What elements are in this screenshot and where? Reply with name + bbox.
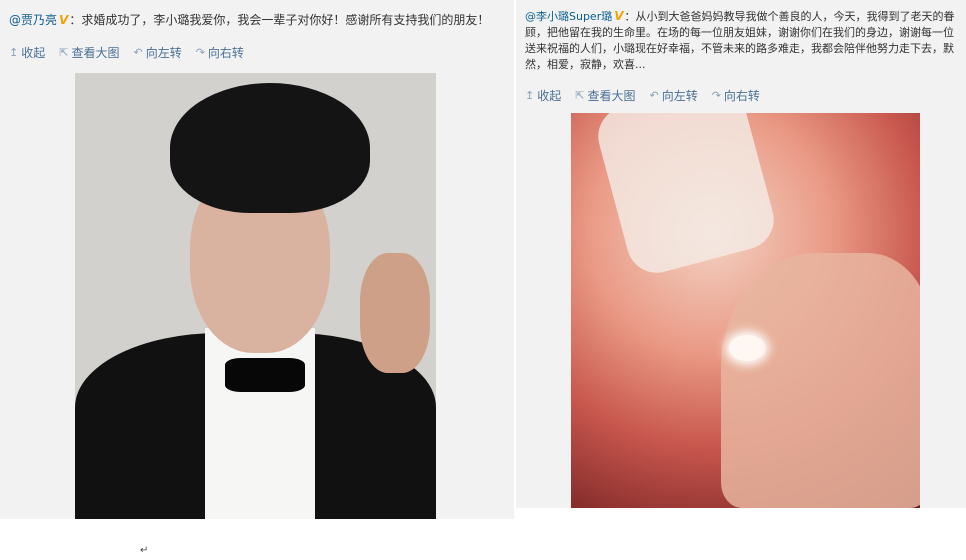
rotate-left-label: 向左转: [661, 89, 698, 103]
rotate-left-button[interactable]: ↶ 向左转: [649, 87, 697, 104]
collapse-label: 收起: [21, 46, 46, 60]
photo-shirt-shape: [205, 328, 315, 519]
collapse-label: 收起: [537, 89, 562, 103]
view-large-label: 查看大图: [587, 89, 636, 103]
rotate-left-icon: ↶: [133, 46, 143, 59]
paragraph-return-mark: ↵: [140, 545, 149, 556]
photo-watch-shape: [591, 113, 781, 280]
weibo-post-right: @李小璐Super璐 V：从小到大爸爸妈妈教导我做个善良的人，今天，我得到了老天的…: [516, 0, 966, 508]
rotate-right-icon: ↷: [195, 46, 205, 59]
external-view-icon: ⇱: [59, 46, 69, 59]
photo-ring-diamond: [729, 335, 765, 361]
rotate-right-button[interactable]: ↷ 向右转: [712, 87, 760, 104]
photo-hand-shape: [721, 253, 920, 508]
post-text-left: @贾乃亮 V：求婚成功了，李小璐我爱你，我会一辈子对你好！感谢所有支持我们的朋友！: [9, 12, 509, 29]
post-photo-left[interactable]: [75, 73, 436, 519]
post-body-left: ：求婚成功了，李小璐我爱你，我会一辈子对你好！感谢所有支持我们的朋友！: [69, 13, 490, 27]
collapse-button[interactable]: ↥ 收起: [9, 44, 45, 61]
author-link-right[interactable]: @李小璐Super璐: [525, 10, 612, 23]
collapse-button[interactable]: ↥ 收起: [525, 87, 561, 104]
photo-fist-shape: [360, 253, 430, 373]
author-link-left[interactable]: @贾乃亮: [9, 13, 57, 27]
post-text-right: @李小璐Super璐 V：从小到大爸爸妈妈教导我做个善良的人，今天，我得到了老天的…: [525, 8, 959, 73]
view-large-button[interactable]: ⇱ 查看大图: [59, 44, 119, 61]
image-actions-right: ↥ 收起 ⇱ 查看大图 ↶ 向左转 ↷ 向右转: [525, 87, 760, 104]
rotate-left-label: 向左转: [145, 46, 182, 60]
weibo-post-left: @贾乃亮 V：求婚成功了，李小璐我爱你，我会一辈子对你好！感谢所有支持我们的朋友！…: [0, 0, 514, 519]
post-photo-right[interactable]: [571, 113, 920, 508]
rotate-right-button[interactable]: ↷ 向右转: [196, 44, 244, 61]
rotate-left-button[interactable]: ↶ 向左转: [133, 44, 181, 61]
collapse-arrow-icon: ↥: [9, 46, 19, 59]
external-view-icon: ⇱: [575, 89, 585, 102]
verified-badge-icon: V: [614, 9, 624, 23]
collapse-arrow-icon: ↥: [525, 89, 535, 102]
photo-bowtie-shape: [225, 358, 305, 392]
photo-hair-shape: [170, 83, 370, 213]
verified-badge-icon: V: [59, 13, 69, 27]
view-large-label: 查看大图: [71, 46, 120, 60]
image-actions-left: ↥ 收起 ⇱ 查看大图 ↶ 向左转 ↷ 向右转: [9, 44, 244, 61]
rotate-left-icon: ↶: [649, 89, 659, 102]
rotate-right-icon: ↷: [711, 89, 721, 102]
rotate-right-label: 向右转: [723, 89, 760, 103]
rotate-right-label: 向右转: [207, 46, 244, 60]
view-large-button[interactable]: ⇱ 查看大图: [575, 87, 635, 104]
